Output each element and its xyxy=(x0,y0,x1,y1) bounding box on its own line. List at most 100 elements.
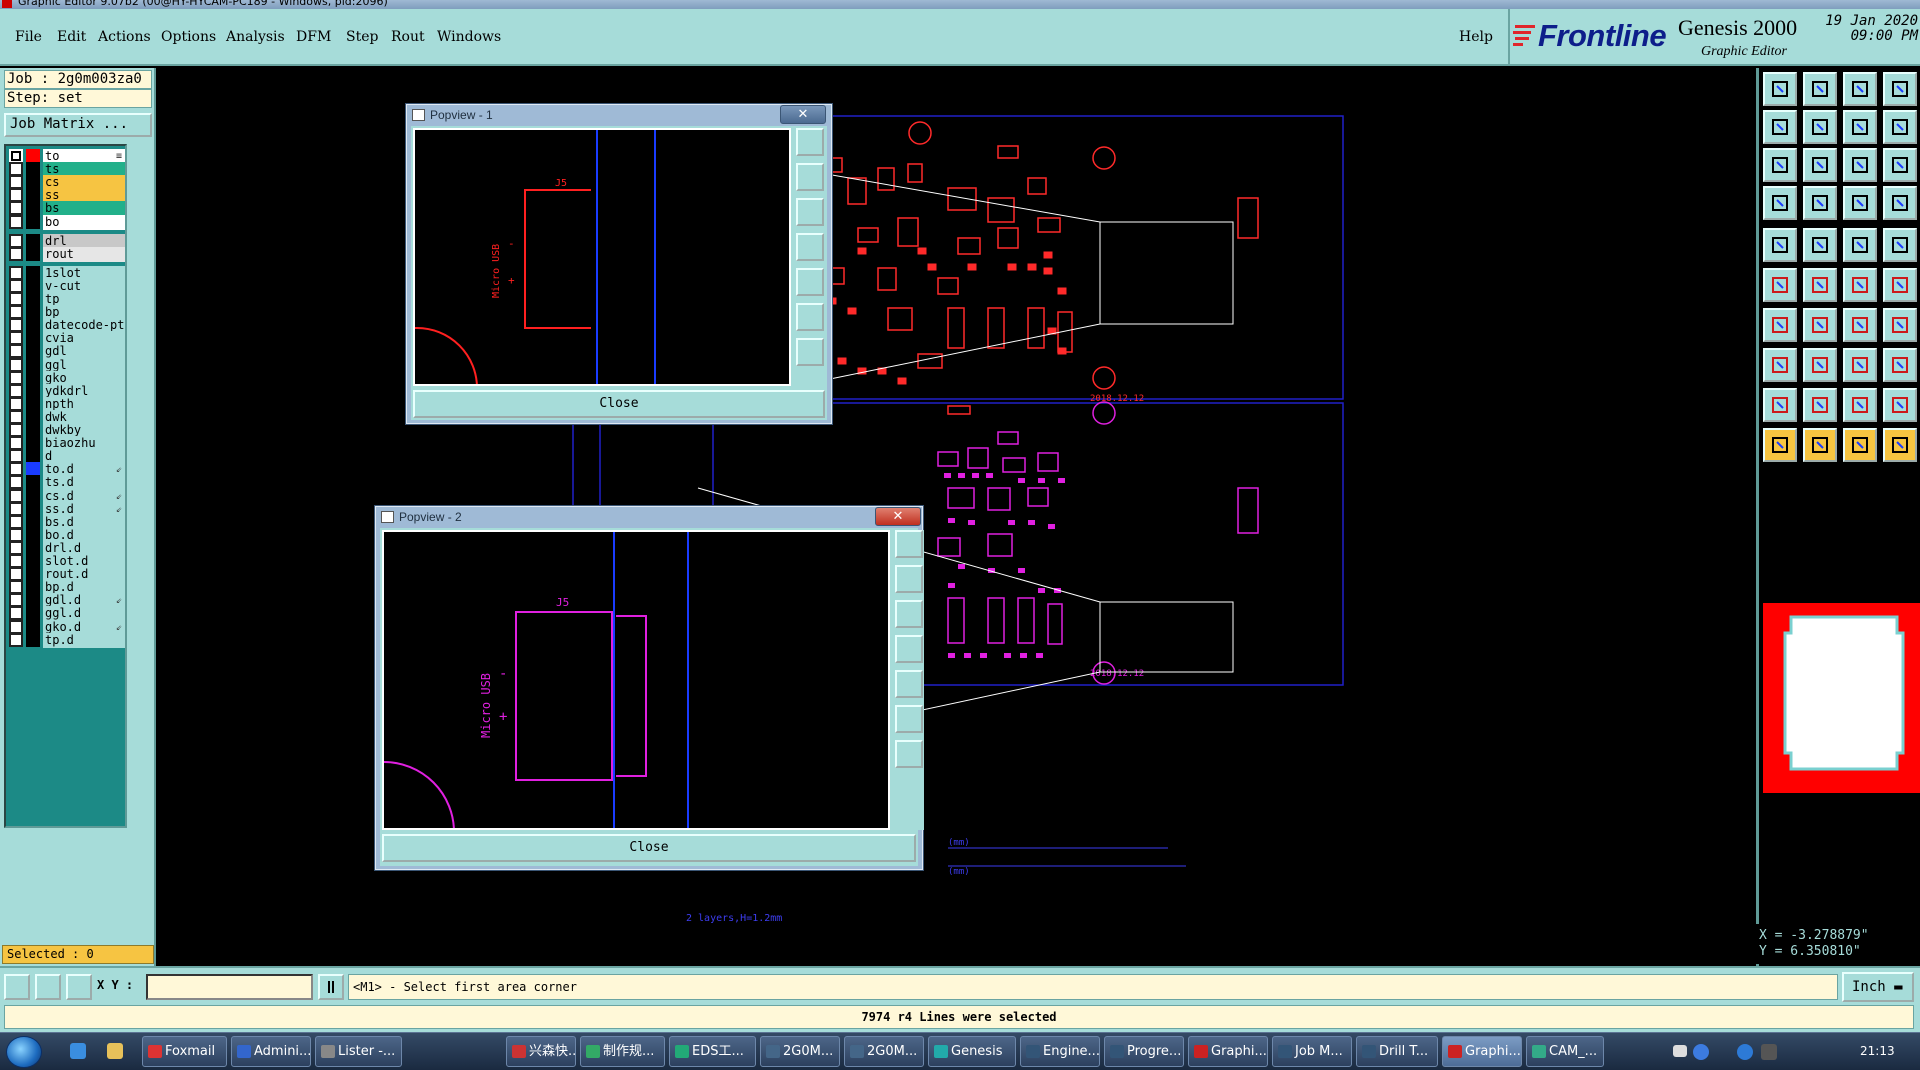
popview-center-button[interactable] xyxy=(796,338,824,366)
help-icon[interactable] xyxy=(1693,1044,1709,1060)
popview-pan-right-button[interactable] xyxy=(796,268,824,296)
pan-right-icon[interactable] xyxy=(1803,110,1837,144)
letter-a-icon[interactable] xyxy=(1803,388,1837,422)
layer-checkbox[interactable] xyxy=(9,246,23,261)
layer-color-swatch[interactable] xyxy=(26,632,40,647)
zoom-in-icon[interactable] xyxy=(1803,72,1837,106)
window-title-bar[interactable]: Graphic Editor 9.07b2 (00@HY-HYCAM-PC189… xyxy=(0,0,1920,9)
layers-icon[interactable] xyxy=(1883,110,1917,144)
scale-1-2-icon[interactable] xyxy=(1843,148,1877,182)
popview-pan-left-button[interactable] xyxy=(895,635,923,663)
taskbar-button[interactable]: Job M... xyxy=(1272,1036,1352,1067)
menu-dfm[interactable]: DFM xyxy=(296,29,331,45)
xy-input[interactable] xyxy=(146,974,313,1000)
popview-zoom-in-button[interactable] xyxy=(796,163,824,191)
job-matrix-button[interactable]: Job Matrix ... xyxy=(4,113,152,137)
popview-1-close-icon[interactable]: ✕ xyxy=(780,105,826,124)
popview-zoom-fit-button[interactable] xyxy=(895,530,923,558)
slope-icon[interactable] xyxy=(1803,308,1837,342)
popview-center-button[interactable] xyxy=(895,740,923,768)
measure-icon[interactable] xyxy=(35,974,61,1000)
popview-2-close-icon[interactable]: ✕ xyxy=(875,507,921,526)
arc-point-icon[interactable] xyxy=(1883,268,1917,302)
taskbar-button[interactable]: CAM_... xyxy=(1526,1036,1604,1067)
window-split-icon[interactable] xyxy=(1883,72,1917,106)
mirror-icon[interactable] xyxy=(1883,308,1917,342)
layer-checkbox[interactable] xyxy=(9,214,23,229)
measure-icon[interactable] xyxy=(1843,348,1877,382)
cross-icon[interactable] xyxy=(1803,268,1837,302)
triangle-icon[interactable] xyxy=(1763,388,1797,422)
pan-left-icon[interactable] xyxy=(1763,110,1797,144)
taskbar-button[interactable]: EDS工... xyxy=(669,1036,756,1067)
board-preview[interactable] xyxy=(1763,603,1920,793)
popview-pan-left-button[interactable] xyxy=(796,233,824,261)
menu-windows[interactable]: Windows xyxy=(437,29,501,45)
taskbar-button[interactable]: 兴森快... xyxy=(506,1036,576,1067)
circle-icon[interactable] xyxy=(1883,228,1917,262)
taskbar-button[interactable]: Genesis xyxy=(928,1036,1016,1067)
text-icon[interactable] xyxy=(1843,228,1877,262)
taskbar-button[interactable]: Engine... xyxy=(1020,1036,1100,1067)
popview-1-close-button[interactable]: Close xyxy=(413,390,825,418)
popview-zoom-out-button[interactable] xyxy=(796,198,824,226)
snap-pad-icon[interactable] xyxy=(1843,186,1877,220)
speaker-icon[interactable] xyxy=(1761,1044,1777,1060)
taskbar-button[interactable]: Progre... xyxy=(1104,1036,1184,1067)
net-icon[interactable] xyxy=(1763,268,1797,302)
grid-icon[interactable] xyxy=(66,974,92,1000)
popview-1-window[interactable]: Popview - 1 ✕ J5 Micro USB + - Close xyxy=(405,103,833,425)
menu-actions[interactable]: Actions xyxy=(98,29,151,45)
select-icon[interactable] xyxy=(1763,428,1797,462)
menu-step[interactable]: Step xyxy=(346,29,378,45)
popview-2-window[interactable]: Popview - 2 ✕ J5 Micro USB + - Close xyxy=(374,505,924,871)
keyboard-icon[interactable] xyxy=(1673,1045,1687,1057)
popview-zoom-fit-button[interactable] xyxy=(796,128,824,156)
zoom-window-icon[interactable] xyxy=(1803,148,1837,182)
taskbar-button[interactable]: 2G0M... xyxy=(760,1036,840,1067)
select-area-icon[interactable] xyxy=(1803,428,1837,462)
pad-icon[interactable] xyxy=(1763,228,1797,262)
popview-1-view[interactable]: J5 Micro USB + - xyxy=(413,128,791,386)
filter-icon[interactable] xyxy=(1763,186,1797,220)
folder-icon[interactable] xyxy=(107,1043,123,1059)
line-icon[interactable] xyxy=(1803,228,1837,262)
ie-icon[interactable] xyxy=(70,1043,86,1059)
popview-2-close-button[interactable]: Close xyxy=(382,834,916,862)
layer-checkbox[interactable] xyxy=(9,632,23,647)
popview-zoom-area-button[interactable] xyxy=(796,303,824,331)
popview-2-view[interactable]: J5 Micro USB + - xyxy=(382,530,890,830)
popview-pan-right-button[interactable] xyxy=(895,670,923,698)
letter-a-arc-icon[interactable] xyxy=(1883,388,1917,422)
layer-row[interactable]: rout xyxy=(8,246,125,262)
menu-rout[interactable]: Rout xyxy=(391,29,425,45)
pause-icon[interactable] xyxy=(318,974,344,1000)
taskbar-button[interactable]: 2G0M... xyxy=(844,1036,924,1067)
layer-name[interactable]: bo xyxy=(43,214,125,230)
select-net-icon[interactable] xyxy=(1883,428,1917,462)
menu-edit[interactable]: Edit xyxy=(57,29,86,45)
units-dropdown[interactable]: Inch ▬ xyxy=(1842,972,1914,1002)
graphic-canvas[interactable]: 2018.12.12 2018.12.12 (mm) (mm) 2 layers… xyxy=(158,68,1756,966)
taskbar-button[interactable]: Admini... xyxy=(231,1036,311,1067)
start-button[interactable] xyxy=(6,1036,42,1068)
layer-name[interactable]: rout xyxy=(43,246,125,262)
menu-analysis[interactable]: Analysis xyxy=(226,29,285,45)
help-icon[interactable] xyxy=(1883,148,1917,182)
minus-icon[interactable] xyxy=(1803,348,1837,382)
taskbar-button[interactable]: Foxmail xyxy=(142,1036,227,1067)
redraw-icon[interactable] xyxy=(1843,110,1877,144)
popview-zoom-area-button[interactable] xyxy=(895,705,923,733)
menu-help[interactable]: Help xyxy=(1459,29,1493,45)
network-icon[interactable] xyxy=(1737,1044,1753,1060)
layer-name[interactable]: tp.d xyxy=(43,632,125,648)
popview-zoom-in-button[interactable] xyxy=(895,565,923,593)
rotate-icon[interactable] xyxy=(1843,308,1877,342)
layer-row[interactable]: bo xyxy=(8,214,125,230)
copy-icon[interactable] xyxy=(1883,348,1917,382)
taskbar-button[interactable]: Graphi... xyxy=(1442,1036,1522,1067)
zoom-home-icon[interactable] xyxy=(1763,72,1797,106)
move-icon[interactable] xyxy=(1763,348,1797,382)
fit-icon[interactable] xyxy=(1763,148,1797,182)
popview-zoom-out-button[interactable] xyxy=(895,600,923,628)
